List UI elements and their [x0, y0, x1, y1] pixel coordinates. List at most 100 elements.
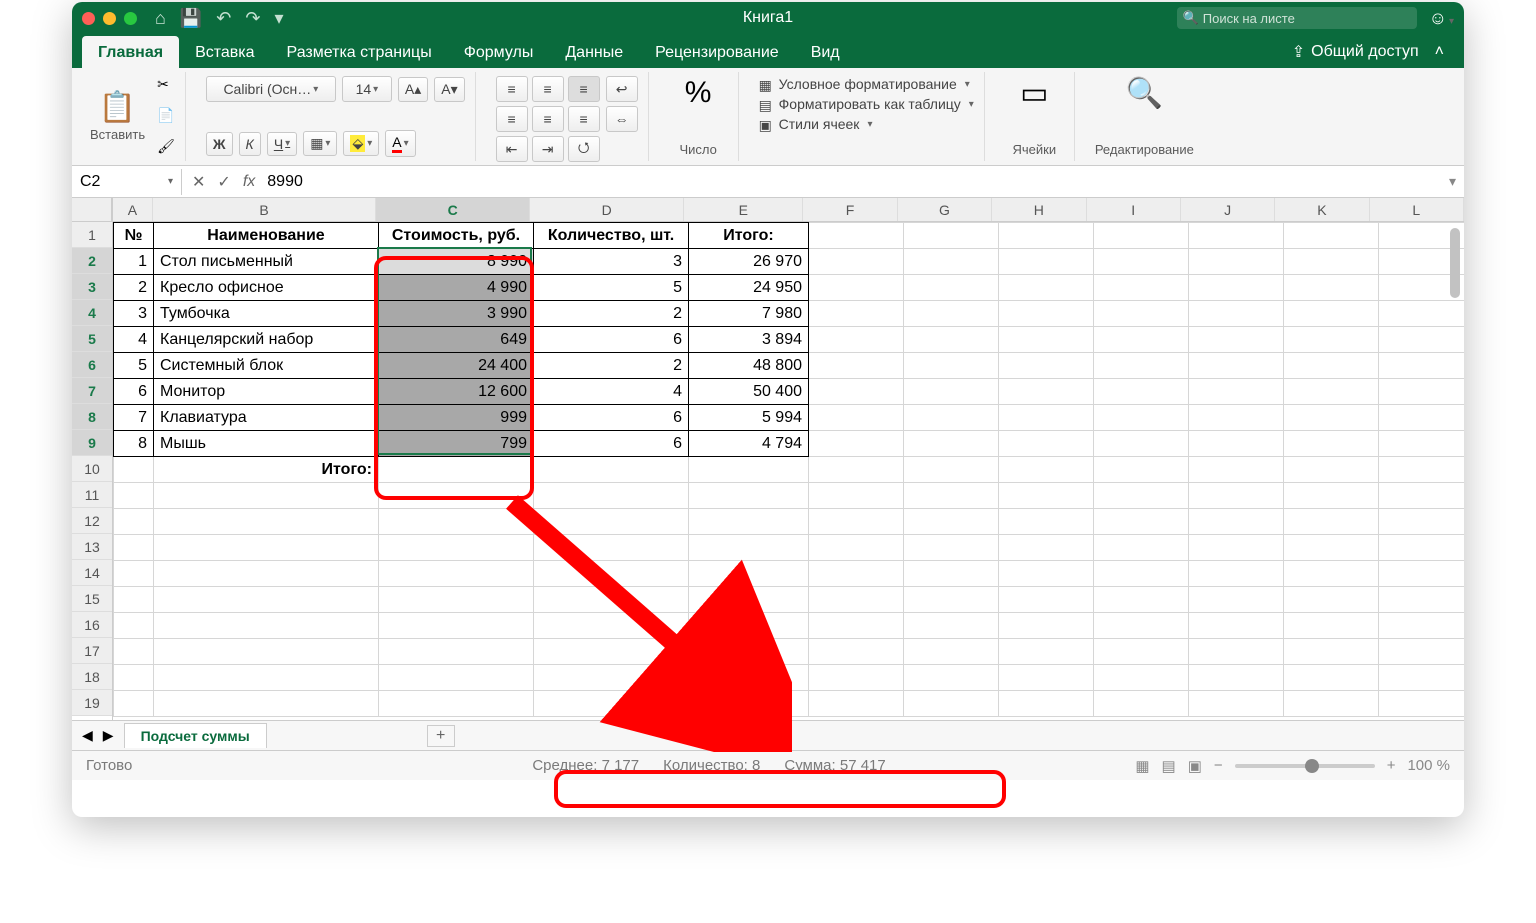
cell[interactable]	[1189, 379, 1284, 405]
qat-more-icon[interactable]: ▾	[274, 8, 283, 29]
cell[interactable]	[379, 665, 534, 691]
align-top-icon[interactable]: ≡	[496, 76, 528, 102]
cell[interactable]: Кресло офисное	[154, 275, 379, 301]
view-break-icon[interactable]: ▣	[1188, 757, 1202, 775]
cell[interactable]	[1284, 353, 1379, 379]
cell[interactable]	[379, 613, 534, 639]
cell[interactable]	[809, 665, 904, 691]
cell[interactable]	[689, 483, 809, 509]
cell[interactable]	[1094, 431, 1189, 457]
cell[interactable]	[379, 639, 534, 665]
cell[interactable]	[1094, 275, 1189, 301]
fill-color-icon[interactable]: ⬙▾	[343, 131, 379, 156]
row-header-10[interactable]: 10	[72, 456, 112, 482]
cell[interactable]	[999, 353, 1094, 379]
cell[interactable]	[999, 405, 1094, 431]
cell[interactable]	[1284, 509, 1379, 535]
cell[interactable]	[809, 483, 904, 509]
cell[interactable]	[154, 613, 379, 639]
cell[interactable]: 24 400	[379, 353, 534, 379]
cell[interactable]	[114, 457, 154, 483]
cell[interactable]	[114, 665, 154, 691]
cell[interactable]: Итого:	[689, 223, 809, 249]
cell[interactable]	[809, 353, 904, 379]
cell[interactable]	[689, 639, 809, 665]
cell[interactable]	[1094, 457, 1189, 483]
cell[interactable]	[1094, 587, 1189, 613]
underline-button[interactable]: Ч▾	[267, 132, 297, 156]
cell[interactable]	[1189, 639, 1284, 665]
cell[interactable]	[904, 665, 999, 691]
indent-dec-icon[interactable]: ⇤	[496, 136, 528, 162]
cell[interactable]	[534, 639, 689, 665]
cell[interactable]	[114, 639, 154, 665]
tab-view[interactable]: Вид	[795, 36, 856, 68]
select-all-corner[interactable]	[72, 198, 112, 222]
sheet-tab[interactable]: Подсчет суммы	[124, 723, 267, 748]
tab-review[interactable]: Рецензирование	[639, 36, 795, 68]
row-header-7[interactable]: 7	[72, 378, 112, 404]
cell[interactable]	[809, 509, 904, 535]
copy-icon[interactable]: 📄	[157, 107, 175, 124]
close-icon[interactable]	[82, 12, 95, 25]
cell[interactable]	[1284, 561, 1379, 587]
worksheet[interactable]: 12345678910111213141516171819 ABCDEFGHIJ…	[72, 198, 1464, 720]
sheet-nav-next-icon[interactable]: ▶	[103, 727, 114, 744]
cell[interactable]	[1094, 691, 1189, 717]
share-button[interactable]: ⇪ Общий доступ ˄	[1282, 36, 1454, 68]
cell[interactable]: Системный блок	[154, 353, 379, 379]
align-middle-icon[interactable]: ≡	[532, 76, 564, 102]
cell[interactable]	[1284, 639, 1379, 665]
row-header-16[interactable]: 16	[72, 612, 112, 638]
cell[interactable]	[999, 613, 1094, 639]
cell[interactable]	[999, 379, 1094, 405]
format-as-table-button[interactable]: ▤Форматировать как таблицу ▾	[759, 96, 974, 112]
row-header-17[interactable]: 17	[72, 638, 112, 664]
cell[interactable]	[999, 275, 1094, 301]
tab-formulas[interactable]: Формулы	[448, 36, 550, 68]
cell[interactable]: Тумбочка	[154, 301, 379, 327]
cell[interactable]	[534, 613, 689, 639]
cell[interactable]	[1189, 691, 1284, 717]
redo-icon[interactable]: ↷	[245, 8, 260, 29]
add-sheet-button[interactable]: +	[427, 725, 455, 747]
indent-inc-icon[interactable]: ⇥	[532, 136, 564, 162]
cell[interactable]	[689, 535, 809, 561]
row-header-6[interactable]: 6	[72, 352, 112, 378]
cell[interactable]	[1094, 327, 1189, 353]
cell[interactable]	[1284, 665, 1379, 691]
cell[interactable]: 26 970	[689, 249, 809, 275]
cut-icon[interactable]: ✂	[157, 76, 175, 93]
cell[interactable]	[154, 535, 379, 561]
cell[interactable]	[999, 535, 1094, 561]
cell[interactable]	[1284, 275, 1379, 301]
cell[interactable]	[904, 275, 999, 301]
align-center-icon[interactable]: ≡	[532, 106, 564, 132]
cell[interactable]	[999, 457, 1094, 483]
cells-icon[interactable]: ▭	[1020, 76, 1048, 111]
undo-icon[interactable]: ↶	[216, 8, 231, 29]
borders-icon[interactable]: ▦▾	[303, 131, 337, 156]
cell[interactable]	[534, 483, 689, 509]
column-header-C[interactable]: C	[376, 198, 530, 221]
cell[interactable]	[1189, 587, 1284, 613]
cell[interactable]	[904, 587, 999, 613]
sheet-nav-prev-icon[interactable]: ◀	[82, 727, 93, 744]
cell[interactable]	[1189, 431, 1284, 457]
cell[interactable]	[1189, 613, 1284, 639]
cell[interactable]	[379, 535, 534, 561]
font-color-icon[interactable]: A▾	[385, 130, 415, 157]
confirm-icon[interactable]: ✓	[217, 172, 230, 192]
cell[interactable]	[1189, 535, 1284, 561]
row-header-11[interactable]: 11	[72, 482, 112, 508]
cell[interactable]	[809, 379, 904, 405]
column-header-I[interactable]: I	[1087, 198, 1181, 221]
cell[interactable]: Монитор	[154, 379, 379, 405]
cell[interactable]: 6	[534, 405, 689, 431]
align-right-icon[interactable]: ≡	[568, 106, 600, 132]
cell[interactable]	[809, 587, 904, 613]
cell[interactable]	[1189, 457, 1284, 483]
cancel-icon[interactable]: ✕	[192, 172, 205, 192]
cell[interactable]: 999	[379, 405, 534, 431]
cell[interactable]: Наименование	[154, 223, 379, 249]
